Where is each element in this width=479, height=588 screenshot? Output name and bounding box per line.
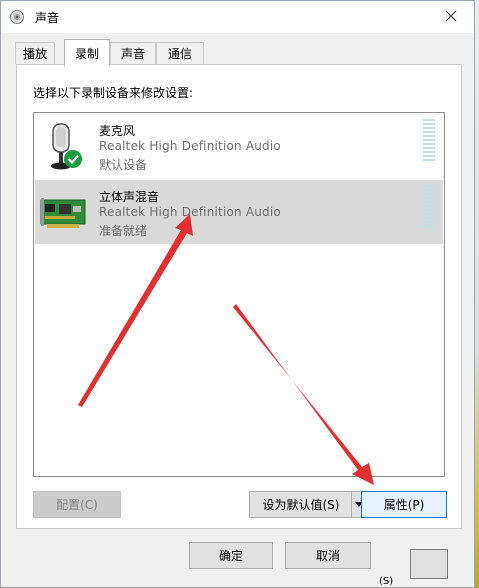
microphone-icon: [51, 123, 82, 170]
tab-recording[interactable]: 录制: [64, 39, 110, 66]
close-icon: [445, 10, 457, 22]
tab-label: 声音: [120, 47, 145, 61]
ok-button[interactable]: 确定: [189, 542, 273, 569]
level-meter: [423, 185, 435, 229]
device-name: 立体声混音: [99, 190, 160, 204]
cancel-button[interactable]: 取消: [285, 542, 371, 569]
title-bar: 声音: [1, 1, 474, 33]
apply-label: (S): [379, 576, 394, 587]
device-item-microphone[interactable]: 麦克风 Realtek High Definition Audio 默认设备: [35, 114, 443, 178]
tab-label: 录制: [74, 46, 99, 61]
tab-communications[interactable]: 通信: [156, 42, 204, 64]
device-status: 默认设备: [99, 158, 148, 172]
apply-button[interactable]: [410, 549, 448, 579]
device-name: 麦克风: [99, 124, 136, 138]
window-title: 声音: [35, 11, 60, 25]
properties-button[interactable]: 属性(P): [361, 491, 447, 518]
sound-card-icon: [40, 198, 86, 228]
tab-playback[interactable]: 播放: [15, 42, 55, 64]
device-list[interactable]: 麦克风 Realtek High Definition Audio 默认设备 立…: [33, 112, 445, 477]
sound-dialog: 声音 播放 录制 声音 通信 选择以下录制设备来修改设置: 麦克风 Realte…: [0, 0, 475, 588]
tab-sounds[interactable]: 声音: [110, 42, 156, 64]
device-driver: Realtek High Definition Audio: [99, 205, 281, 219]
configure-button[interactable]: 配置(C): [33, 491, 121, 518]
close-button[interactable]: [432, 1, 470, 31]
tab-label: 播放: [22, 47, 47, 61]
tab-label: 通信: [167, 47, 192, 61]
set-default-button[interactable]: 设为默认值(S): [249, 491, 352, 518]
check-icon: [64, 150, 82, 168]
instruction-text: 选择以下录制设备来修改设置:: [33, 86, 194, 100]
device-driver: Realtek High Definition Audio: [99, 139, 281, 153]
device-status: 准备就绪: [99, 224, 148, 238]
speaker-icon: [10, 10, 24, 24]
level-meter: [423, 119, 435, 163]
device-item-stereo-mix[interactable]: 立体声混音 Realtek High Definition Audio 准备就绪: [35, 180, 443, 244]
recording-panel: 选择以下录制设备来修改设置: 麦克风 Realtek High Definiti…: [16, 64, 462, 529]
